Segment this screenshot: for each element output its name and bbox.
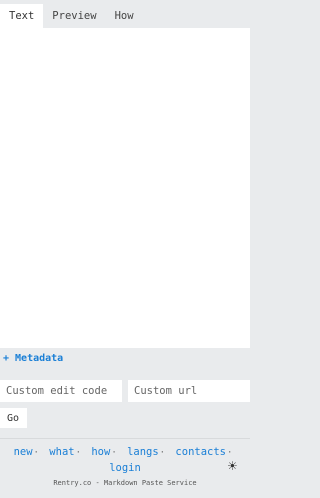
sun-icon[interactable]: ☀ xyxy=(227,459,238,473)
tab-bar: Text Preview How xyxy=(0,4,143,28)
footer-link-how[interactable]: how xyxy=(91,446,110,458)
footer-separator: · xyxy=(159,448,166,458)
footer-link-new[interactable]: new xyxy=(14,446,33,458)
custom-url-input[interactable] xyxy=(128,380,250,402)
markdown-editor[interactable] xyxy=(0,28,250,348)
site-tagline: Rentry.co - Markdown Paste Service xyxy=(53,479,197,487)
footer-link-langs[interactable]: langs xyxy=(127,446,159,458)
footer-separator: · xyxy=(227,448,233,458)
custom-edit-code-input[interactable] xyxy=(0,380,122,402)
footer-link-contacts[interactable]: contacts xyxy=(175,446,226,458)
footer-divider xyxy=(0,438,250,439)
tab-preview[interactable]: Preview xyxy=(43,4,106,28)
go-button[interactable]: Go xyxy=(0,408,27,428)
footer-separator: · xyxy=(75,448,82,458)
footer-link-what[interactable]: what xyxy=(49,446,74,458)
tab-text[interactable]: Text xyxy=(0,4,44,28)
footer-separator: · xyxy=(33,448,39,458)
metadata-toggle[interactable]: + Metadata xyxy=(3,353,63,364)
footer-separator: · xyxy=(111,448,117,458)
tab-how[interactable]: How xyxy=(105,4,143,28)
footer-link-login[interactable]: login xyxy=(109,462,141,474)
footer-nav: new· what· how· langs· contacts· login xyxy=(0,445,250,476)
